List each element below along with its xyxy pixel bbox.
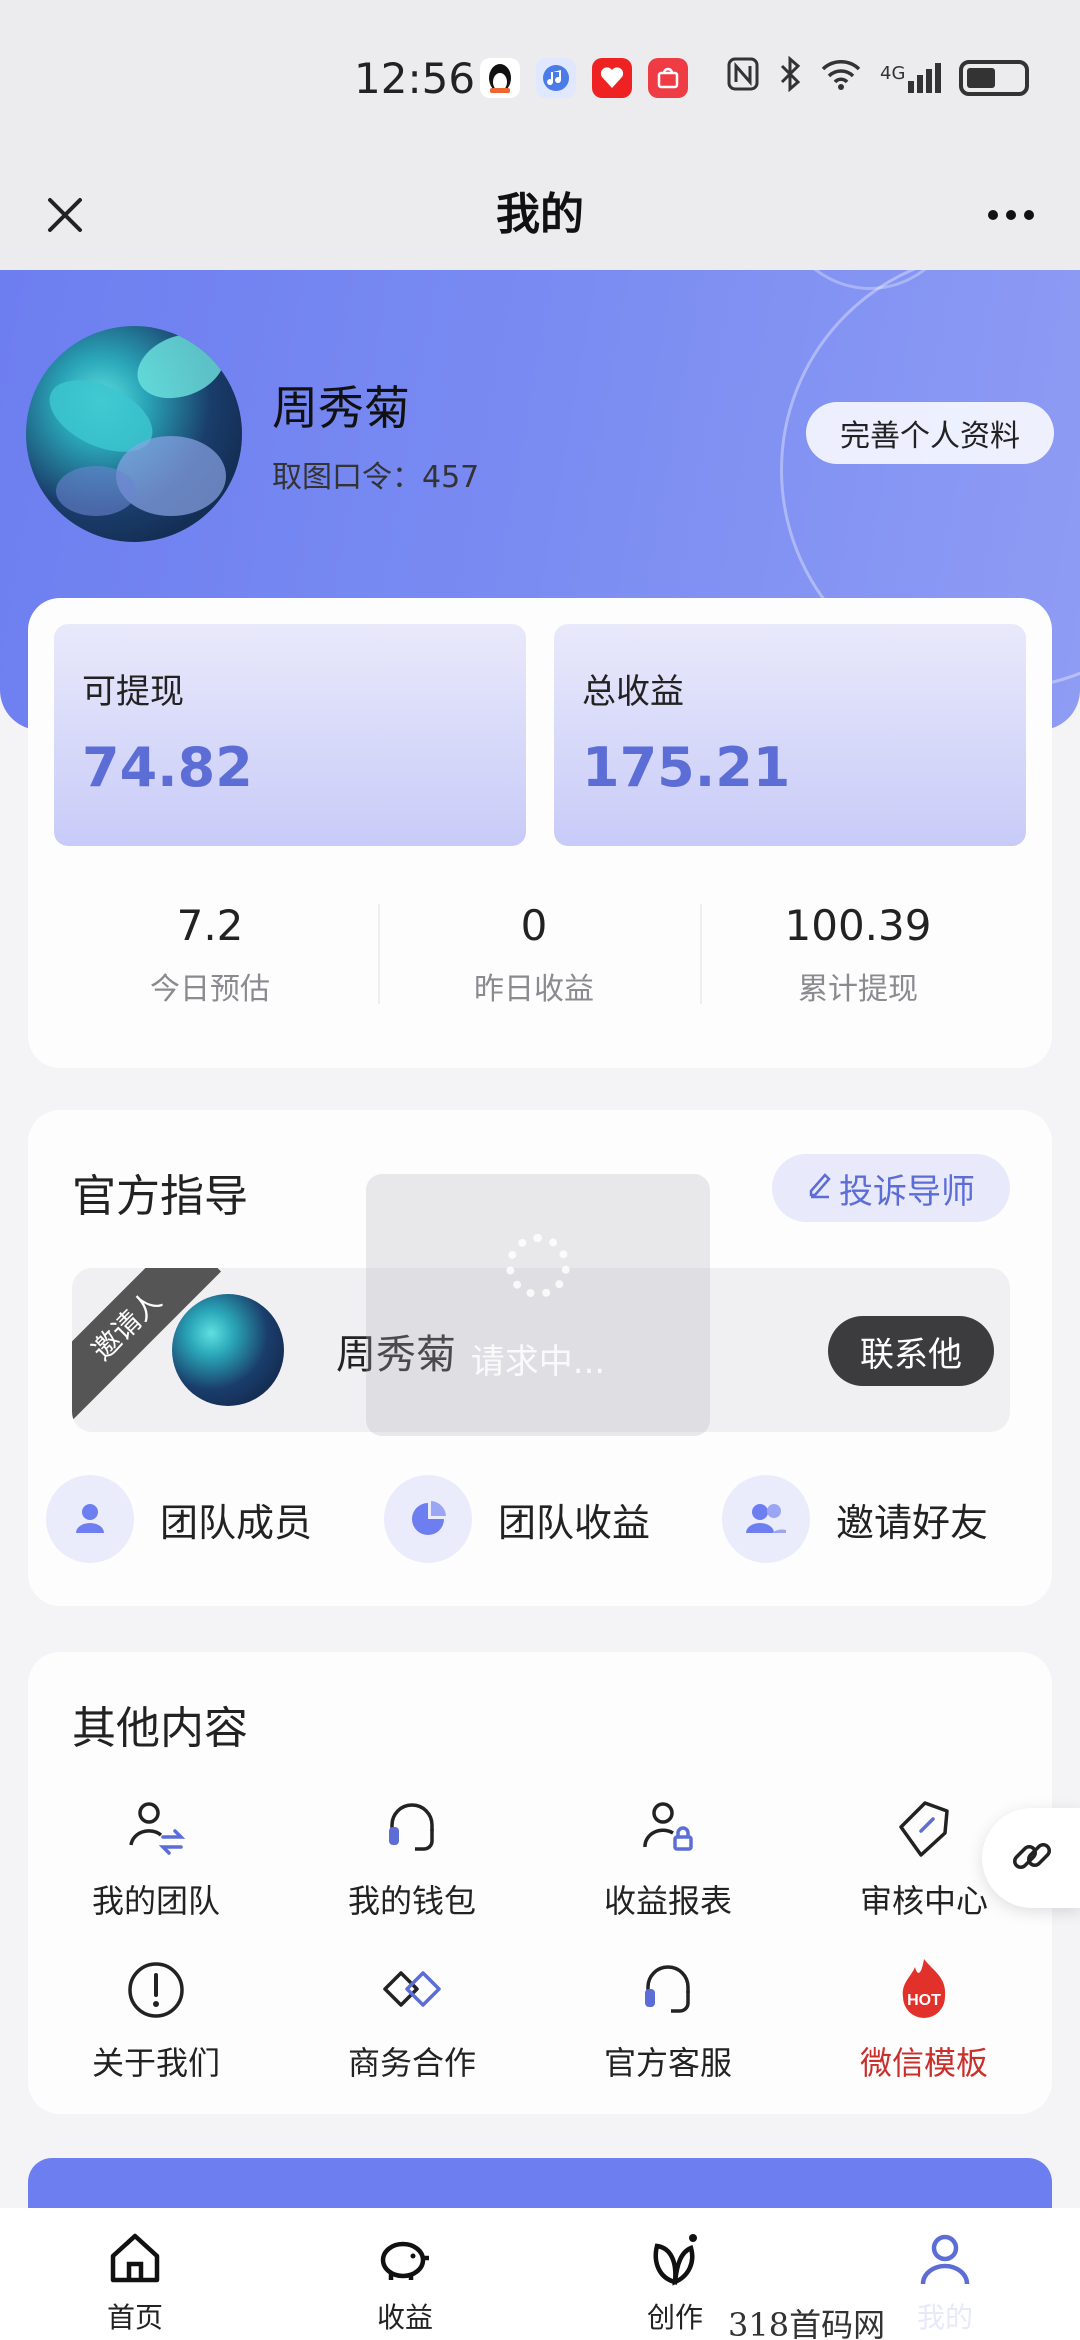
hot-badge-text: HOT [907, 1992, 941, 2009]
pie-chart-icon [384, 1475, 472, 1563]
share-link-button[interactable] [982, 1808, 1080, 1908]
spinner-icon [506, 1234, 570, 1298]
status-time: 12:56 [354, 54, 476, 103]
stat-label: 累计提现 [798, 972, 918, 1007]
stat-label: 昨日收益 [474, 972, 594, 1007]
my-team-item[interactable]: 我的团队 [28, 1788, 284, 1922]
total-earnings-box[interactable]: 总收益 175.21 [554, 624, 1026, 846]
signal-icon: 4G [880, 63, 942, 93]
handshake-icon [372, 1950, 452, 2030]
grid-item-label: 商务合作 [347, 2044, 476, 2082]
battery-icon [959, 60, 1030, 96]
avatar[interactable] [26, 326, 242, 542]
total-earnings-value: 175.21 [582, 736, 791, 799]
about-us-item[interactable]: 关于我们 [28, 1950, 284, 2084]
complaint-label: 投诉导师 [839, 1171, 975, 1212]
nav-bar: 我的 [0, 160, 1080, 270]
grid-item-label: 收益报表 [603, 1882, 732, 1920]
user-icon [913, 2226, 977, 2290]
page-title: 我的 [496, 189, 584, 240]
hot-flame-icon: HOT [884, 1950, 964, 2030]
status-bar: 12:56 4G [0, 0, 1080, 160]
tab-home[interactable]: 首页 [0, 2226, 270, 2336]
contact-button[interactable]: 联系他 [828, 1316, 994, 1386]
status-indicators: 4G [726, 55, 1030, 100]
withdrawable-value: 74.82 [82, 736, 253, 799]
exclamation-icon [116, 1950, 196, 2030]
leaf-icon [643, 2226, 707, 2290]
grid-item-label: 关于我们 [91, 2044, 220, 2082]
huawei-store-icon [648, 58, 688, 98]
customer-service-item[interactable]: 官方客服 [540, 1950, 796, 2084]
earnings-report-item[interactable]: 收益报表 [540, 1788, 796, 1922]
qq-icon [480, 58, 520, 98]
team-item-label: 团队收益 [498, 1500, 651, 1545]
stat-value: 100.39 [784, 901, 932, 950]
my-wallet-item[interactable]: 我的钱包 [284, 1788, 540, 1922]
person-lock-icon [628, 1788, 708, 1868]
watermark: 318首码网 www.e318.com [728, 2300, 1080, 2340]
grid-item-label: 我的团队 [91, 1882, 220, 1920]
headset-icon [628, 1950, 708, 2030]
tab-label: 收益 [376, 2301, 433, 2334]
team-earnings-item[interactable]: 团队收益 [384, 1474, 650, 1564]
link-icon [1007, 1831, 1057, 1885]
grid-item-label: 微信模板 [859, 2044, 988, 2082]
stat-yesterday: 0 昨日收益 [372, 898, 696, 1008]
withdrawable-label: 可提现 [82, 672, 184, 712]
tab-label: 首页 [106, 2301, 163, 2334]
invite-friends-item[interactable]: 邀请好友 [722, 1474, 988, 1564]
network-type: 4G [880, 63, 906, 84]
team-members-item[interactable]: 团队成员 [46, 1474, 312, 1564]
people-icon [722, 1475, 810, 1563]
stat-today: 7.2 今日预估 [48, 898, 372, 1008]
other-content-card: 其他内容 我的团队 我的钱包 收益报表 审核中心 关于我们 商务合作 官方客服 … [28, 1652, 1052, 2114]
earnings-card: 可提现 74.82 总收益 175.21 7.2 今日预估 0 昨日收益 100… [28, 598, 1052, 1068]
user-code: 取图口令：457 [272, 460, 480, 495]
edit-profile-button[interactable]: 完善个人资料 [806, 402, 1054, 464]
red-app-icon [592, 58, 632, 98]
stat-value: 7.2 [176, 901, 244, 950]
loading-toast: 请求中... [366, 1174, 710, 1436]
team-item-label: 邀请好友 [836, 1500, 989, 1545]
user-name: 周秀菊 [272, 381, 410, 435]
music-app-icon [536, 58, 576, 98]
section-title: 官方指导 [72, 1171, 248, 1222]
team-transfer-icon [116, 1788, 196, 1868]
stat-withdrawn: 100.39 累计提现 [696, 898, 1020, 1008]
stat-label: 今日预估 [150, 972, 270, 1007]
stat-value: 0 [520, 901, 548, 950]
nfc-icon [726, 56, 760, 100]
grid-item-label: 我的钱包 [347, 1882, 476, 1920]
section-title: 其他内容 [72, 1703, 248, 1754]
wifi-icon [820, 58, 862, 98]
complaint-mentor-button[interactable]: 投诉导师 [772, 1154, 1010, 1222]
tag-icon [884, 1788, 964, 1868]
person-icon [46, 1475, 134, 1563]
inviter-avatar [172, 1294, 284, 1406]
withdrawable-box[interactable]: 可提现 74.82 [54, 624, 526, 846]
total-earnings-label: 总收益 [582, 672, 684, 712]
team-item-label: 团队成员 [160, 1500, 313, 1545]
grid-item-label: 官方客服 [603, 2044, 732, 2082]
loading-text: 请求中... [470, 1342, 606, 1382]
tab-earnings[interactable]: 收益 [270, 2226, 540, 2336]
more-icon[interactable] [976, 180, 1046, 250]
wechat-template-item[interactable]: HOT 微信模板 [796, 1950, 1052, 2084]
official-guide-card: 官方指导 投诉导师 邀请人 周秀菊 联系他 请求中... 团队成员 团队收益 邀… [28, 1110, 1052, 1606]
status-app-icons [480, 58, 688, 98]
headset-icon [372, 1788, 452, 1868]
business-cooperation-item[interactable]: 商务合作 [284, 1950, 540, 2084]
bluetooth-icon [778, 55, 802, 100]
piggy-bank-icon [373, 2226, 437, 2290]
home-icon [103, 2226, 167, 2290]
edit-icon [807, 1168, 833, 1208]
